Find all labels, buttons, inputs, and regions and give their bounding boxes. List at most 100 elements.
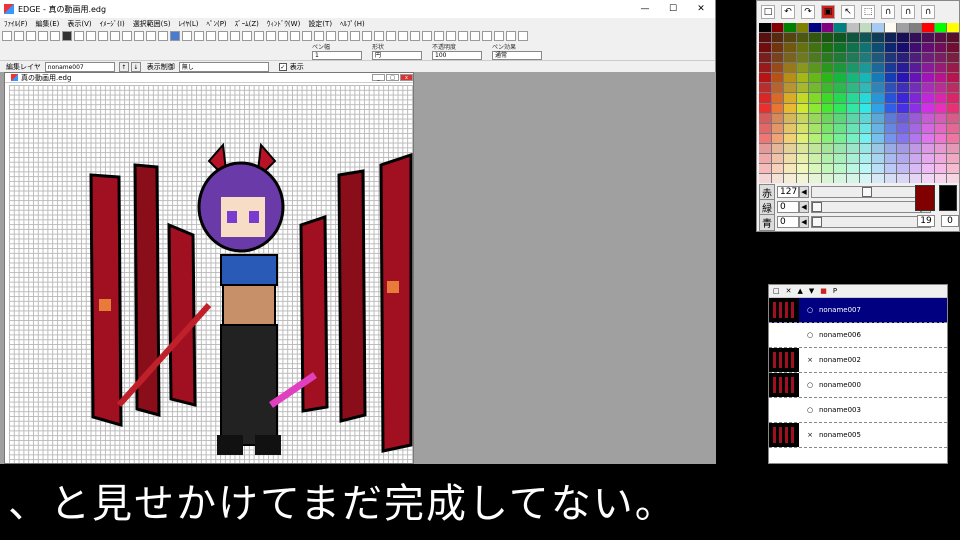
- color-swatch[interactable]: [796, 123, 809, 133]
- color-swatch[interactable]: [846, 113, 859, 123]
- color-swatch[interactable]: [922, 53, 934, 63]
- color-swatch[interactable]: [834, 103, 846, 113]
- color-swatch[interactable]: [872, 23, 884, 33]
- color-swatch[interactable]: [909, 43, 922, 53]
- color-swatch[interactable]: [884, 103, 897, 113]
- color-swatch[interactable]: [922, 33, 934, 43]
- doc-close-icon[interactable]: x: [400, 74, 413, 81]
- color-swatch[interactable]: [821, 83, 834, 93]
- maximize-icon[interactable]: ☐: [659, 4, 687, 14]
- tool-icon[interactable]: [170, 31, 180, 41]
- tool-icon[interactable]: [122, 31, 132, 41]
- color-swatch[interactable]: [884, 93, 897, 103]
- color-swatch[interactable]: [872, 43, 884, 53]
- tool-icon[interactable]: [206, 31, 216, 41]
- color-swatch[interactable]: [859, 63, 872, 73]
- color-swatch[interactable]: [947, 103, 959, 113]
- layer-row[interactable]: ○ noname003: [769, 398, 947, 423]
- color-swatch[interactable]: [784, 163, 796, 173]
- color-swatch[interactable]: [872, 143, 884, 153]
- move-down-icon[interactable]: ▼: [809, 287, 814, 295]
- tool-icon[interactable]: [506, 31, 516, 41]
- color-swatch[interactable]: [909, 83, 922, 93]
- color-swatch[interactable]: [784, 173, 796, 183]
- menu-help[interactable]: ﾍﾙﾌﾟ(H): [340, 19, 365, 29]
- color-swatch[interactable]: [872, 113, 884, 123]
- color-swatch[interactable]: [809, 53, 821, 63]
- color-swatch[interactable]: [897, 43, 909, 53]
- color-swatch[interactable]: [897, 123, 909, 133]
- color-swatch[interactable]: [796, 83, 809, 93]
- layer-visibility-icon[interactable]: ○: [805, 306, 815, 314]
- color-swatch[interactable]: [909, 143, 922, 153]
- headphone-icon-1[interactable]: ∩: [881, 5, 895, 19]
- tool-icon[interactable]: [38, 31, 48, 41]
- color-swatch[interactable]: [909, 23, 922, 33]
- color-swatch[interactable]: [759, 53, 771, 63]
- color-swatch[interactable]: [922, 23, 934, 33]
- color-swatch[interactable]: [809, 143, 821, 153]
- color-swatch[interactable]: [771, 153, 784, 163]
- color-swatch[interactable]: [834, 93, 846, 103]
- color-swatch[interactable]: [846, 83, 859, 93]
- tool-icon[interactable]: [218, 31, 228, 41]
- color-swatch[interactable]: [821, 113, 834, 123]
- color-swatch[interactable]: [809, 93, 821, 103]
- color-swatch[interactable]: [759, 133, 771, 143]
- layer-down-button[interactable]: ↓: [130, 62, 141, 72]
- color-swatch[interactable]: [859, 23, 872, 33]
- color-swatch[interactable]: [897, 63, 909, 73]
- color-swatch[interactable]: [884, 23, 897, 33]
- color-swatch[interactable]: [846, 143, 859, 153]
- color-swatch[interactable]: [821, 153, 834, 163]
- blue-value[interactable]: 0: [777, 216, 799, 228]
- shape-select[interactable]: 円: [372, 51, 422, 60]
- color-swatch[interactable]: [947, 73, 959, 83]
- color-swatch[interactable]: [947, 113, 959, 123]
- color-swatch[interactable]: [771, 163, 784, 173]
- new-layer-icon[interactable]: □: [773, 287, 780, 295]
- tool-icon[interactable]: [494, 31, 504, 41]
- color-swatch[interactable]: [834, 43, 846, 53]
- tool-icon[interactable]: [230, 31, 240, 41]
- color-swatch[interactable]: [846, 23, 859, 33]
- color-swatch[interactable]: [897, 173, 909, 183]
- menu-selection[interactable]: 選択範囲(S): [133, 19, 171, 29]
- color-swatch[interactable]: [897, 103, 909, 113]
- layer-visibility-icon[interactable]: ×: [805, 431, 815, 439]
- tool-icon[interactable]: [290, 31, 300, 41]
- color-swatch[interactable]: [884, 143, 897, 153]
- color-swatch[interactable]: [872, 133, 884, 143]
- tool-icon[interactable]: [518, 31, 528, 41]
- color-swatch[interactable]: [821, 53, 834, 63]
- color-swatch[interactable]: [834, 23, 846, 33]
- color-swatch[interactable]: [922, 43, 934, 53]
- color-swatch[interactable]: [909, 103, 922, 113]
- color-swatch[interactable]: [947, 153, 959, 163]
- color-swatch[interactable]: [759, 173, 771, 183]
- color-swatch[interactable]: [897, 143, 909, 153]
- color-swatch[interactable]: [784, 33, 796, 43]
- color-swatch[interactable]: [909, 133, 922, 143]
- layer-visibility-icon[interactable]: ○: [805, 331, 815, 339]
- tool-icon[interactable]: [254, 31, 264, 41]
- color-swatch[interactable]: [796, 63, 809, 73]
- green-value[interactable]: 0: [777, 201, 799, 213]
- color-swatch[interactable]: [909, 63, 922, 73]
- color-swatch[interactable]: [759, 153, 771, 163]
- tool-icon[interactable]: [62, 31, 72, 41]
- color-swatch[interactable]: [834, 153, 846, 163]
- color-swatch[interactable]: [859, 143, 872, 153]
- color-swatch[interactable]: [909, 93, 922, 103]
- color-swatch[interactable]: [922, 123, 934, 133]
- color-swatch[interactable]: [947, 143, 959, 153]
- color-swatch[interactable]: [809, 163, 821, 173]
- color-swatch[interactable]: [934, 173, 947, 183]
- color-swatch[interactable]: [859, 73, 872, 83]
- new-icon[interactable]: □: [761, 5, 775, 19]
- color-swatch[interactable]: [759, 163, 771, 173]
- color-swatch[interactable]: [872, 103, 884, 113]
- tool-icon[interactable]: [266, 31, 276, 41]
- color-swatch[interactable]: [859, 113, 872, 123]
- color-swatch[interactable]: [922, 143, 934, 153]
